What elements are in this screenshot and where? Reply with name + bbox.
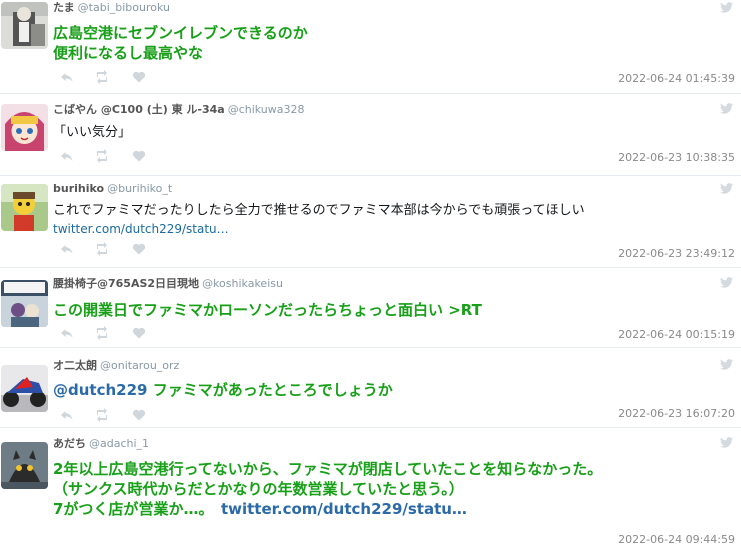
avatar[interactable] bbox=[1, 104, 48, 151]
tweet-timestamp[interactable]: 2022-06-24 09:44:59 bbox=[618, 533, 735, 547]
author-handle[interactable]: @chikuwa328 bbox=[228, 103, 305, 116]
twitter-bird-icon[interactable] bbox=[720, 277, 733, 288]
tweet-timestamp[interactable]: 2022-06-23 23:49:12 bbox=[618, 247, 735, 261]
author-handle[interactable]: @onitarou_orz bbox=[100, 359, 179, 372]
tweet-item: あだち @adachi_1 2年以上広島空港行ってないから、ファミマが閉店していた… bbox=[0, 428, 741, 550]
retweet-icon[interactable] bbox=[95, 70, 109, 84]
reply-icon[interactable] bbox=[60, 70, 74, 84]
author-name[interactable]: たま bbox=[53, 1, 75, 14]
tweet-timestamp[interactable]: 2022-06-24 00:15:19 bbox=[618, 328, 735, 342]
author-handle[interactable]: @tabi_bibouroku bbox=[78, 1, 170, 14]
author-name[interactable]: こばやん @C100 (土) 東 ル-34a bbox=[53, 103, 225, 116]
tweet-item: たま @tabi_bibouroku 広島空港にセブンイレブンできるのか 便利にな… bbox=[0, 0, 741, 94]
tweet-text: この開業日でファミマかローソンだったらちょっと面白い >RT bbox=[53, 300, 733, 320]
tweet-text-body: 7がつく店が営業か…。 bbox=[53, 500, 206, 518]
heart-icon[interactable] bbox=[132, 242, 146, 256]
avatar[interactable] bbox=[1, 442, 48, 489]
twitter-bird-icon[interactable] bbox=[720, 359, 733, 370]
reply-icon[interactable] bbox=[60, 242, 74, 256]
tweet-text-line: 広島空港にセブンイレブンできるのか bbox=[53, 24, 308, 42]
tweet-item: こばやん @C100 (土) 東 ル-34a @chikuwa328 「いい気分」… bbox=[0, 94, 741, 176]
tweet-item: オ二太朗 @onitarou_orz @dutch229 ファミマがあったところで… bbox=[0, 348, 741, 428]
avatar[interactable] bbox=[1, 365, 48, 412]
tweet-mention[interactable]: @dutch229 bbox=[53, 381, 147, 399]
tweet-author: こばやん @C100 (土) 東 ル-34a @chikuwa328 bbox=[53, 103, 305, 117]
reply-icon[interactable] bbox=[60, 408, 74, 422]
retweet-icon[interactable] bbox=[95, 149, 109, 163]
heart-icon[interactable] bbox=[132, 70, 146, 84]
retweet-icon[interactable] bbox=[95, 326, 109, 340]
author-handle[interactable]: @koshikakeisu bbox=[202, 277, 283, 290]
twitter-bird-icon[interactable] bbox=[720, 437, 733, 448]
tweet-item: 腰掛椅子@765AS2日目現地 @koshikakeisu この開業日でファミマか… bbox=[0, 268, 741, 348]
heart-icon[interactable] bbox=[132, 408, 146, 422]
tweet-text-line: 便利になるし最高やな bbox=[53, 44, 204, 62]
heart-icon[interactable] bbox=[132, 149, 146, 163]
tweet-link[interactable]: twitter.com/dutch229/statu… bbox=[53, 220, 733, 238]
tweet-author: 腰掛椅子@765AS2日目現地 @koshikakeisu bbox=[53, 277, 283, 291]
tweet-author: あだち @adachi_1 bbox=[53, 437, 149, 451]
retweet-icon[interactable] bbox=[95, 408, 109, 422]
tweet-text-line: 2年以上広島空港行ってないから、ファミマが閉店していたことを知らなかった。 bbox=[53, 460, 603, 478]
tweet-timestamp[interactable]: 2022-06-23 16:07:20 bbox=[618, 407, 735, 421]
author-name[interactable]: オ二太朗 bbox=[53, 359, 97, 372]
author-name[interactable]: burihiko bbox=[53, 182, 104, 195]
author-name[interactable]: 腰掛椅子@765AS2日目現地 bbox=[53, 277, 199, 290]
tweet-text-line: この開業日でファミマかローソンだったらちょっと面白い >RT bbox=[53, 301, 482, 319]
tweet-text-line: 7がつく店が営業か…。 twitter.com/dutch229/statu… bbox=[53, 499, 733, 519]
tweet-text-line: （サンクス時代からだとかなりの年数営業していたと思う。） bbox=[53, 480, 464, 498]
reply-icon[interactable] bbox=[60, 326, 74, 340]
author-name[interactable]: あだち bbox=[53, 437, 86, 450]
tweet-author: burihiko @burihiko_t bbox=[53, 182, 172, 196]
tweet-timestamp[interactable]: 2022-06-23 10:38:35 bbox=[618, 151, 735, 165]
heart-icon[interactable] bbox=[132, 326, 146, 340]
tweet-item: burihiko @burihiko_t これでファミマだったりしたら全力で推せる… bbox=[0, 176, 741, 268]
author-handle[interactable]: @adachi_1 bbox=[89, 437, 149, 450]
twitter-bird-icon[interactable] bbox=[720, 2, 733, 13]
tweet-timestamp[interactable]: 2022-06-24 01:45:39 bbox=[618, 72, 735, 86]
twitter-bird-icon[interactable] bbox=[720, 103, 733, 114]
tweet-text-body: ファミマがあったところでしょうか bbox=[152, 381, 393, 399]
tweet-text: 「いい気分」 bbox=[53, 124, 733, 142]
tweet-link[interactable]: twitter.com/dutch229/statu… bbox=[221, 500, 467, 518]
tweet-text-line: これでファミマだったりしたら全力で推せるのでファミマ本部は今からでも頑張ってほし… bbox=[53, 203, 585, 218]
tweet-author: たま @tabi_bibouroku bbox=[53, 1, 170, 15]
avatar[interactable] bbox=[1, 280, 48, 327]
twitter-bird-icon[interactable] bbox=[720, 183, 733, 194]
author-handle[interactable]: @burihiko_t bbox=[107, 182, 172, 195]
tweet-author: オ二太朗 @onitarou_orz bbox=[53, 359, 179, 373]
tweet-text-line: @dutch229 ファミマがあったところでしょうか bbox=[53, 380, 733, 400]
tweet-text: これでファミマだったりしたら全力で推せるのでファミマ本部は今からでも頑張ってほし… bbox=[53, 202, 733, 238]
retweet-icon[interactable] bbox=[95, 242, 109, 256]
reply-icon[interactable] bbox=[60, 149, 74, 163]
tweet-text: 広島空港にセブンイレブンできるのか 便利になるし最高やな bbox=[53, 23, 733, 63]
tweet-text-line: 「いい気分」 bbox=[53, 125, 132, 140]
tweet-text: @dutch229 ファミマがあったところでしょうか bbox=[53, 380, 733, 400]
avatar[interactable] bbox=[1, 184, 48, 231]
avatar[interactable] bbox=[1, 2, 48, 49]
tweet-text: 2年以上広島空港行ってないから、ファミマが閉店していたことを知らなかった。 （サ… bbox=[53, 459, 733, 519]
tweet-feed: たま @tabi_bibouroku 広島空港にセブンイレブンできるのか 便利にな… bbox=[0, 0, 741, 550]
